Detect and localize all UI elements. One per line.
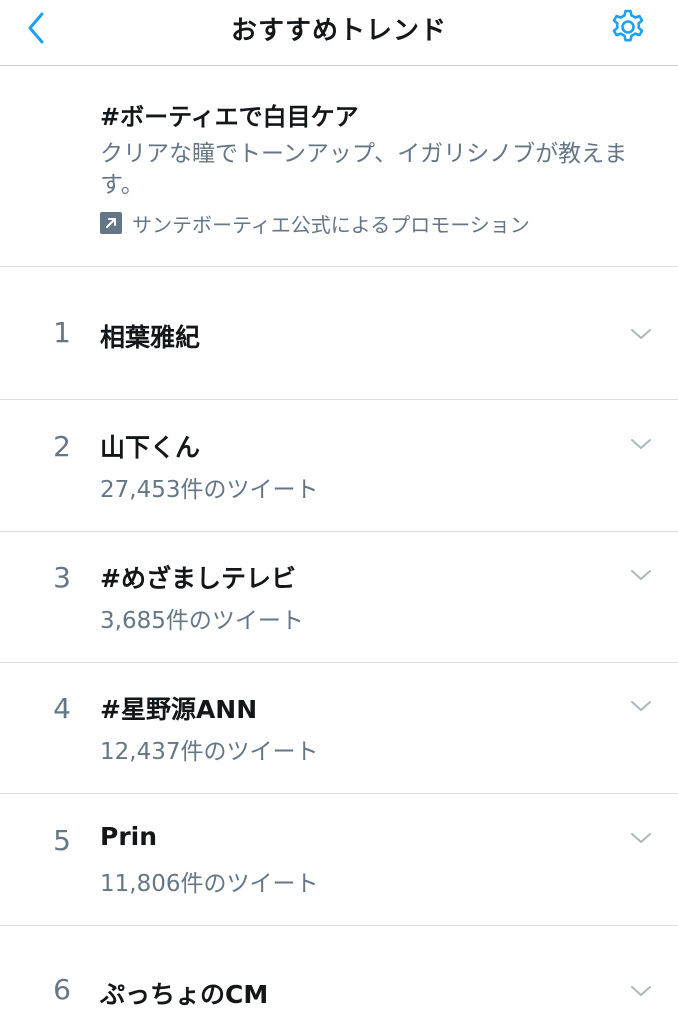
chevron-down-icon	[631, 833, 651, 843]
chevron-down-icon	[631, 986, 651, 996]
page-title: おすすめトレンド	[230, 16, 447, 46]
trend-rank: 4	[53, 692, 71, 725]
trend-name: #めざましテレビ	[100, 564, 296, 593]
chevron-down-icon	[631, 439, 651, 449]
trend-rank: 3	[53, 561, 71, 594]
promoted-trend[interactable]: #ボーティエで白目ケア クリアな瞳でトーンアップ、イガリシノブが教えます。 サン…	[0, 67, 678, 267]
trend-name: 相葉雅紀	[100, 323, 201, 352]
settings-button[interactable]	[608, 7, 648, 47]
trend-rank: 6	[53, 973, 71, 1006]
trend-rank: 2	[53, 430, 71, 463]
promoted-by: サンテボーティエ公式によるプロモーション	[100, 208, 530, 238]
trend-name: 山下くん	[100, 433, 201, 462]
trend-rank: 5	[53, 824, 71, 857]
trend-menu-button[interactable]	[628, 325, 654, 343]
chevron-down-icon	[631, 701, 651, 711]
trend-item[interactable]: 3 #めざましテレビ 3,685件のツイート	[0, 531, 678, 663]
trend-menu-button[interactable]	[628, 982, 654, 1000]
tweet-count: 27,453件のツイート	[100, 477, 319, 503]
trend-item[interactable]: 4 #星野源ANN 12,437件のツイート	[0, 662, 678, 794]
trend-menu-button[interactable]	[628, 435, 654, 453]
trend-item[interactable]: 5 Prin 11,806件のツイート	[0, 794, 678, 926]
chevron-down-icon	[631, 570, 651, 580]
trends-screen: おすすめトレンド #ボーティエで白目ケア クリアな瞳でトーンアップ、イガリシノブ…	[0, 0, 678, 1024]
tweet-count: 3,685件のツイート	[100, 608, 304, 634]
trend-item[interactable]: 2 山下くん 27,453件のツイート	[0, 400, 678, 532]
promoted-arrow-icon	[100, 212, 122, 234]
promoted-by-label: サンテボーティエ公式によるプロモーション	[132, 212, 530, 237]
trend-item[interactable]: 6 ぷっちょのCM	[0, 925, 678, 1024]
gear-icon	[612, 9, 644, 42]
trend-item[interactable]: 1 相葉雅紀	[0, 268, 678, 400]
tweet-count: 11,806件のツイート	[100, 871, 319, 897]
promoted-trend-title: #ボーティエで白目ケア	[100, 103, 359, 131]
trend-menu-button[interactable]	[628, 566, 654, 584]
promoted-trend-description: クリアな瞳でトーンアップ、イガリシノブが教えます。	[100, 141, 628, 198]
trend-name: ぷっちょのCM	[100, 980, 269, 1009]
chevron-down-icon	[631, 329, 651, 339]
trend-menu-button[interactable]	[628, 697, 654, 715]
trend-name: #星野源ANN	[100, 695, 258, 724]
trend-name: Prin	[100, 822, 158, 851]
tweet-count: 12,437件のツイート	[100, 739, 319, 765]
trend-menu-button[interactable]	[628, 829, 654, 847]
nav-header: おすすめトレンド	[0, 0, 678, 66]
trend-rank: 1	[53, 316, 71, 349]
